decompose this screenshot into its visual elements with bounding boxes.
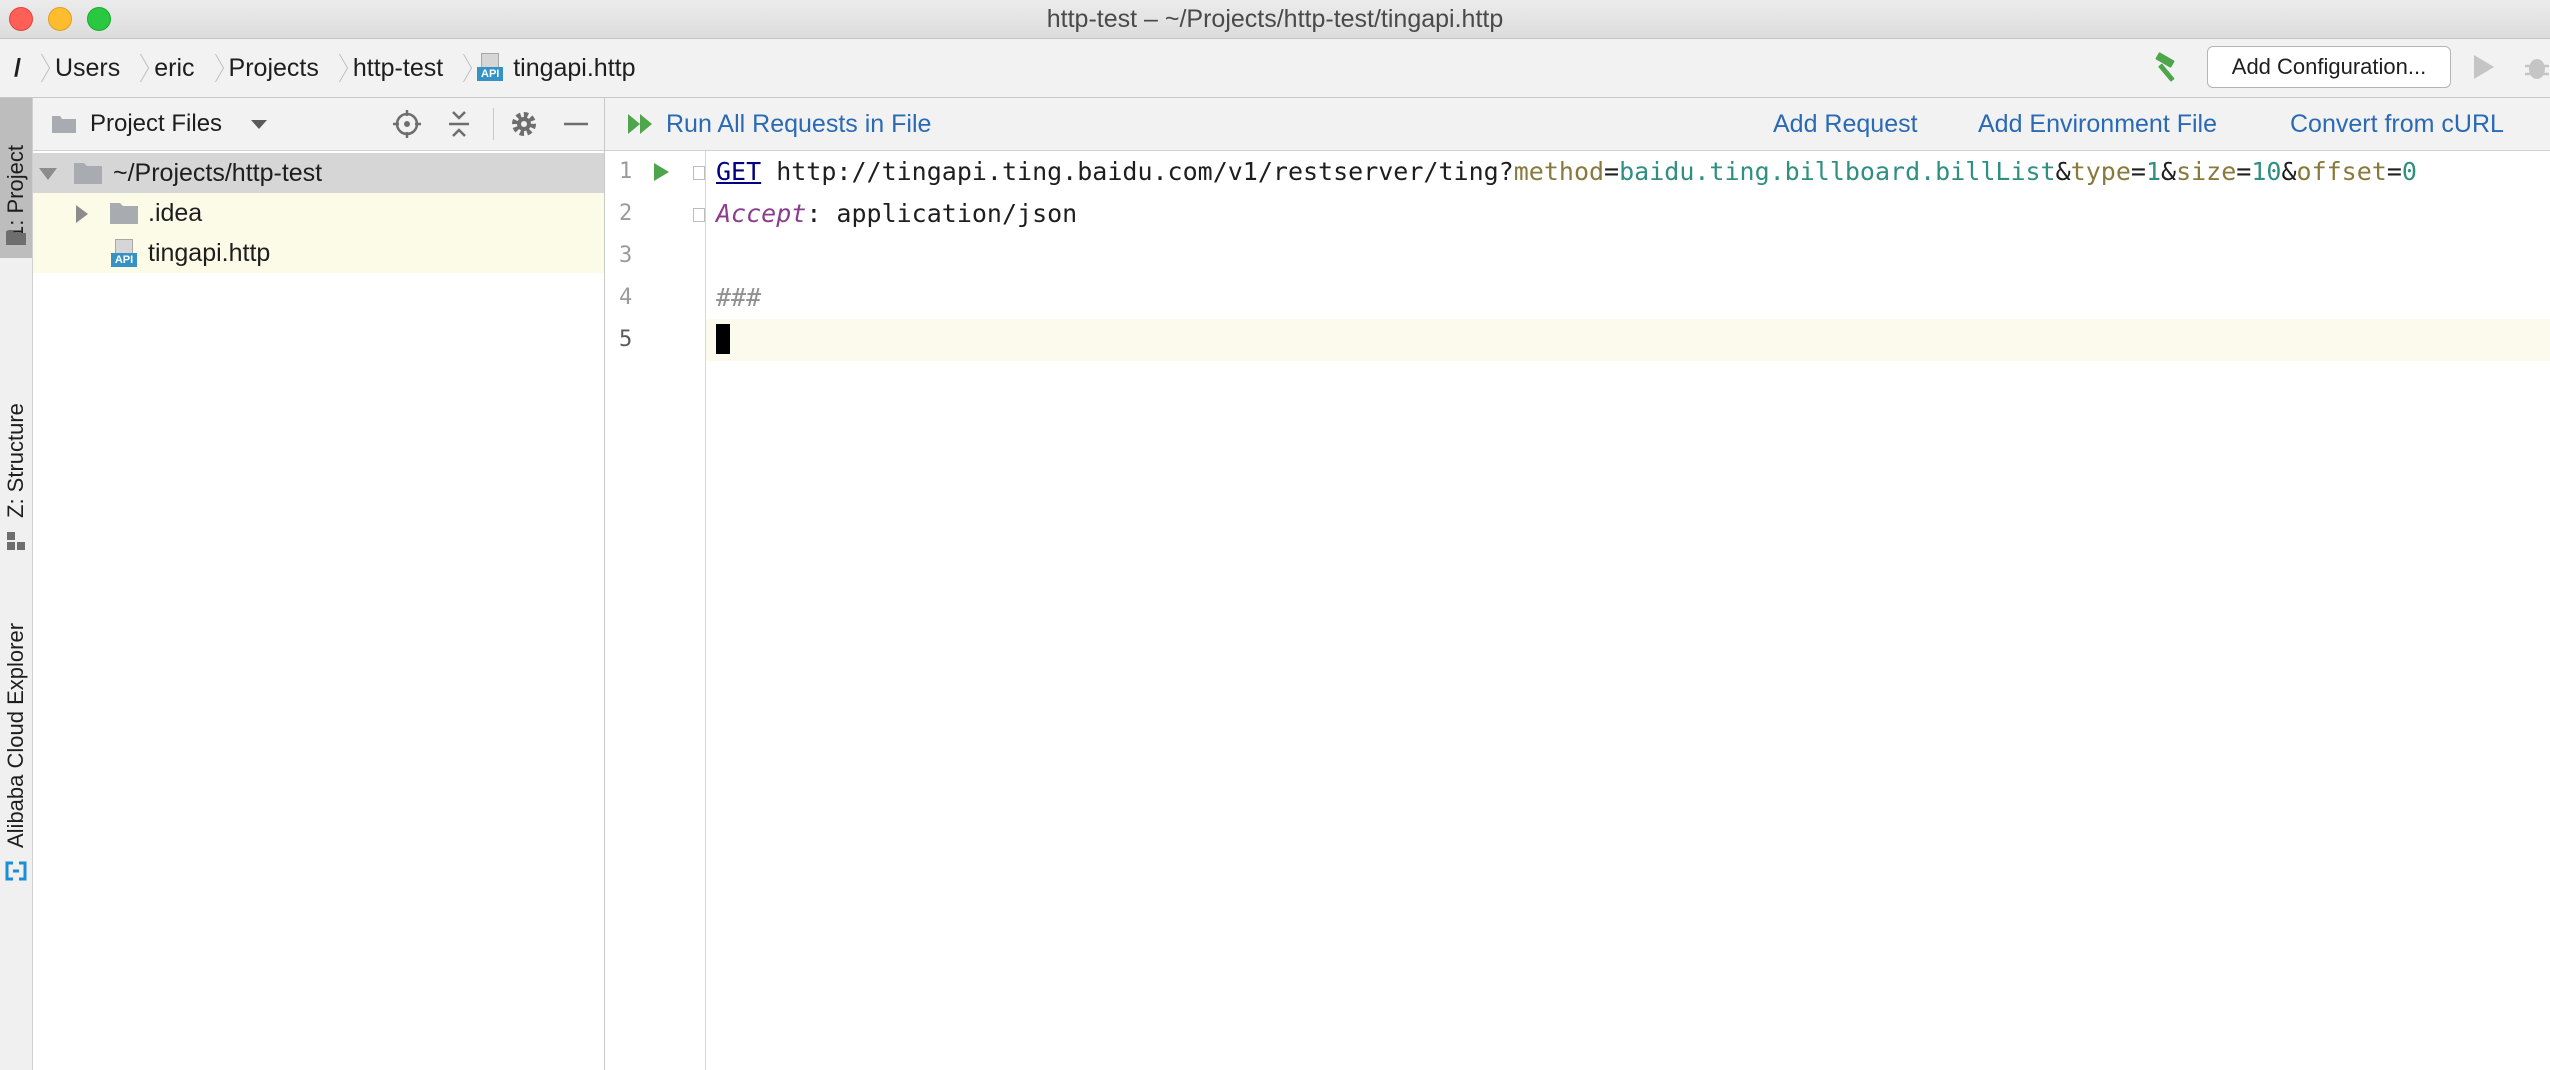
header-name: Accept	[716, 199, 807, 228]
window-title: http-test – ~/Projects/http-test/tingapi…	[1046, 5, 1504, 33]
tab-project-label: 1: Project	[3, 145, 28, 238]
param-ampersand: &	[2281, 157, 2297, 186]
line-number: 5	[619, 327, 633, 352]
code-editor[interactable]: GET http://tingapi.ting.baidu.com/v1/res…	[706, 151, 2550, 1070]
breadcrumb-separator	[329, 48, 341, 88]
chevron-down-icon[interactable]	[251, 120, 267, 129]
gear-icon[interactable]	[508, 108, 540, 140]
convert-from-curl-button[interactable]: Convert from cURL	[2290, 98, 2504, 150]
toolbar-divider	[493, 108, 494, 140]
tree-item-tingapi[interactable]: API tingapi.http	[33, 233, 604, 273]
title-bar: http-test – ~/Projects/http-test/tingapi…	[0, 0, 2550, 39]
breadcrumb-separator	[31, 48, 43, 88]
param-value: baidu.ting.billboard.billList	[1619, 157, 2056, 186]
header-value: : application/json	[806, 199, 1078, 228]
collapse-all-icon[interactable]	[443, 108, 475, 140]
tool-window-strip: 1: Project Z: Structure Alibaba Cloud Ex…	[0, 98, 33, 1070]
breadcrumb-separator	[130, 48, 142, 88]
breadcrumb-projects[interactable]: Projects	[229, 54, 319, 83]
http-file-icon: API	[111, 239, 137, 269]
project-view-selector[interactable]: Project Files	[90, 98, 222, 150]
build-hammer-icon[interactable]	[2150, 51, 2184, 85]
project-panel: Project Files ~/Projects/http-test .idea…	[33, 98, 605, 1070]
code-line-1[interactable]: GET http://tingapi.ting.baidu.com/v1/res…	[706, 151, 2550, 193]
breadcrumb-file[interactable]: API tingapi.http	[477, 53, 636, 83]
tab-alibaba-cloud-explorer[interactable]: Alibaba Cloud Explorer	[0, 498, 32, 881]
line-number: 1	[619, 159, 633, 184]
code-line-3[interactable]	[706, 235, 2550, 277]
param-value: 0	[2401, 157, 2417, 186]
code-line-5[interactable]	[706, 319, 2550, 361]
add-environment-file-button[interactable]: Add Environment File	[1978, 98, 2217, 150]
http-method: GET	[716, 157, 762, 186]
project-panel-header: Project Files	[33, 98, 604, 151]
param-value: 10	[2251, 157, 2282, 186]
expand-arrow-icon[interactable]	[39, 168, 57, 180]
param-key: size	[2176, 157, 2237, 186]
breadcrumb-root[interactable]: /	[14, 54, 21, 83]
breadcrumb-http-test[interactable]: http-test	[353, 54, 443, 83]
tree-item-tingapi-label: tingapi.http	[148, 239, 271, 267]
run-icon[interactable]	[2474, 55, 2494, 79]
request-url: http://tingapi.ting.baidu.com/v1/restser…	[761, 157, 1514, 186]
run-all-icon[interactable]	[627, 112, 657, 136]
param-ampersand: &	[2055, 157, 2071, 186]
folder-icon	[74, 163, 102, 184]
breadcrumb-separator	[205, 48, 217, 88]
breadcrumb-file-label: tingapi.http	[513, 53, 636, 82]
param-key: type	[2070, 157, 2131, 186]
project-folder-icon	[6, 231, 26, 245]
folder-icon	[52, 116, 76, 133]
param-equals: =	[2386, 157, 2402, 186]
param-equals: =	[2130, 157, 2146, 186]
hide-panel-icon[interactable]	[560, 108, 592, 140]
param-key: offset	[2296, 157, 2387, 186]
param-ampersand: &	[2161, 157, 2177, 186]
run-request-icon[interactable]	[654, 163, 669, 181]
param-equals: =	[1604, 157, 1620, 186]
alibaba-cloud-icon	[5, 861, 27, 881]
tab-project[interactable]: 1: Project	[0, 98, 32, 258]
add-configuration-button[interactable]: Add Configuration...	[2207, 46, 2451, 88]
http-client-toolbar: Run All Requests in File Add Request Add…	[605, 98, 2550, 151]
line-number: 3	[619, 243, 633, 268]
param-value: 1	[2145, 157, 2162, 186]
tree-item-root-label: ~/Projects/http-test	[113, 159, 323, 187]
tree-item-root[interactable]: ~/Projects/http-test	[33, 153, 604, 193]
param-equals: =	[2236, 157, 2252, 186]
breadcrumb-users[interactable]: Users	[55, 54, 120, 83]
gutter-line-1: 1	[605, 151, 705, 193]
add-request-button[interactable]: Add Request	[1773, 98, 1918, 150]
run-all-requests-button[interactable]: Run All Requests in File	[666, 98, 931, 150]
tree-item-idea-label: .idea	[148, 199, 203, 227]
code-line-2[interactable]: Accept: application/json	[706, 193, 2550, 235]
tab-alibaba-cloud-label: Alibaba Cloud Explorer	[3, 622, 28, 848]
request-separator: ###	[716, 283, 762, 312]
folder-icon	[110, 203, 138, 224]
tree-item-idea[interactable]: .idea	[33, 193, 604, 233]
breadcrumb-separator	[453, 48, 465, 88]
code-line-4[interactable]: ###	[706, 277, 2550, 319]
param-key: method	[1513, 157, 1605, 186]
http-file-icon: API	[477, 53, 504, 83]
line-number: 2	[619, 201, 633, 226]
fold-marker-icon[interactable]	[693, 208, 705, 222]
breadcrumb-eric[interactable]: eric	[154, 54, 194, 83]
expand-arrow-icon[interactable]	[76, 205, 88, 223]
locate-crosshair-icon[interactable]	[391, 108, 423, 140]
navigation-bar: / Users eric Projects http-test API ting…	[0, 39, 2550, 98]
editor-gutter: 1 2 3 4 5	[605, 151, 706, 1070]
text-caret	[716, 324, 730, 354]
line-number: 4	[619, 285, 633, 310]
debug-bug-icon[interactable]	[2523, 54, 2550, 82]
fold-marker-icon[interactable]	[693, 166, 705, 180]
breadcrumb: / Users eric Projects http-test API ting…	[14, 39, 636, 97]
